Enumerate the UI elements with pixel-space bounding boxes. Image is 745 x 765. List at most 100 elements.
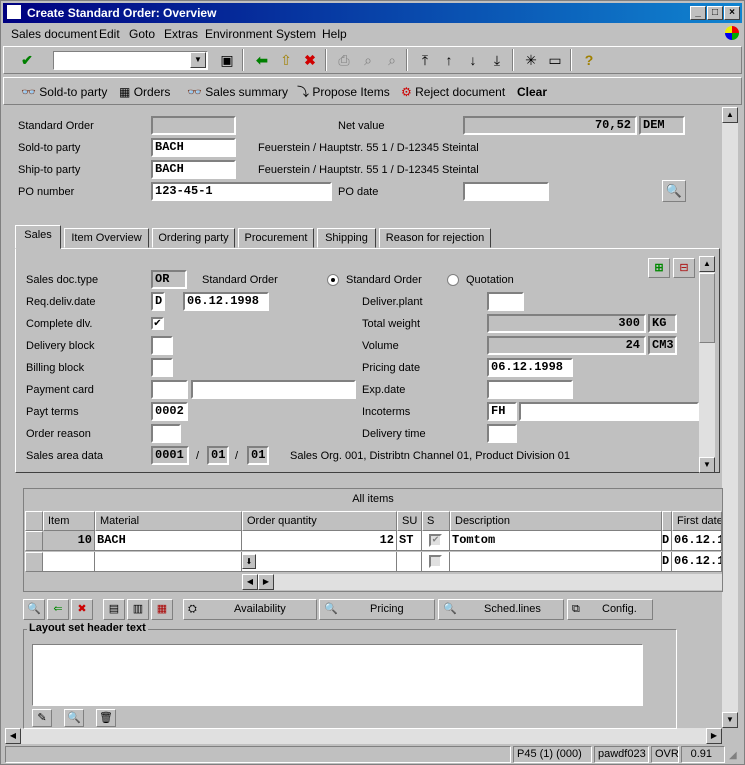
table-scroll-left-icon[interactable]: ◀ (242, 574, 258, 590)
table-row-description[interactable] (450, 552, 662, 572)
collapse-icon[interactable]: ⊟ (673, 258, 695, 278)
menu-system[interactable]: System (276, 27, 316, 41)
exp-date-field[interactable] (487, 380, 573, 399)
sched-lines-button[interactable]: 🔍 Sched.lines (438, 599, 564, 620)
insert-row-icon[interactable]: ⇐ (47, 599, 69, 620)
delivery-time-field[interactable] (487, 424, 517, 443)
payment-card-number-field[interactable] (191, 380, 356, 399)
row-selector[interactable] (25, 552, 43, 572)
standard-order-radio[interactable] (327, 274, 339, 286)
clear-button[interactable]: Clear (517, 83, 547, 101)
menu-environment[interactable]: Environment (205, 27, 272, 41)
save-icon[interactable]: ▣ (216, 49, 238, 71)
menu-edit[interactable]: Edit (99, 27, 120, 41)
search-icon[interactable]: 🔍 (662, 180, 686, 202)
quotation-radio[interactable] (447, 274, 459, 286)
menu-sales-document[interactable]: Sales document (11, 27, 97, 41)
payment-card-type-field[interactable] (151, 380, 188, 399)
reject-document-button[interactable]: ⚙ Reject document (401, 83, 505, 101)
tab-procurement[interactable]: Procurement (238, 228, 314, 248)
tab-reason-for-rejection[interactable]: Reason for rejection (379, 228, 491, 248)
scroll-down-icon[interactable]: ▼ (722, 712, 738, 728)
status-checkbox[interactable] (429, 555, 442, 568)
table-row-su[interactable] (397, 552, 422, 572)
sales-summary-button[interactable]: 👓 Sales summary (187, 83, 288, 101)
po-date-field[interactable] (463, 182, 549, 201)
first-page-icon[interactable]: ⤒ (414, 49, 436, 71)
delete-row-icon[interactable]: ✖ (71, 599, 93, 620)
table-scroll-right-icon[interactable]: ▶ (258, 574, 274, 590)
col-material[interactable]: Material (95, 511, 242, 531)
table-hscrollbar[interactable] (242, 574, 722, 590)
panel-scroll-up-icon[interactable]: ▲ (699, 256, 715, 272)
table-row-date[interactable]: 06.12.1 (672, 531, 722, 551)
table-row-qty[interactable]: 12 (242, 531, 397, 551)
po-number-field[interactable]: 123-45-1 (151, 182, 332, 201)
col-item[interactable]: Item (43, 511, 95, 531)
sold-to-party-button[interactable]: 👓 Sold-to party (21, 83, 107, 101)
menu-extras[interactable]: Extras (164, 27, 198, 41)
availability-button[interactable]: ⛭ Availability (183, 599, 317, 620)
col-order-quantity[interactable]: Order quantity (242, 511, 397, 531)
incoterms-text-field[interactable] (519, 402, 699, 421)
table-row-material[interactable] (95, 552, 242, 572)
col-description[interactable]: Description (450, 511, 662, 531)
select-block-icon[interactable]: ▥ (127, 599, 149, 620)
command-field[interactable] (53, 51, 208, 70)
scroll-right-icon[interactable]: ▶ (706, 728, 722, 744)
col-s[interactable]: S (422, 511, 450, 531)
col-d[interactable] (662, 511, 672, 531)
tab-sales[interactable]: Sales (15, 225, 61, 249)
menu-help[interactable]: Help (322, 27, 347, 41)
delivery-block-field[interactable] (151, 336, 173, 355)
pricing-button[interactable]: 🔍 Pricing (319, 599, 435, 620)
command-dropdown-icon[interactable]: ▼ (190, 52, 206, 68)
select-all-icon[interactable]: ▤ (103, 599, 125, 620)
editor-icon[interactable]: ✎ (32, 709, 52, 727)
pricing-date-field[interactable]: 06.12.1998 (487, 358, 573, 377)
payt-terms-field[interactable]: 0002 (151, 402, 188, 421)
resize-grip-icon[interactable]: ◢ (729, 750, 737, 761)
enter-check-icon[interactable]: ✔ (16, 49, 38, 71)
scroll-up-icon[interactable]: ▲ (722, 107, 738, 123)
table-row-su[interactable]: ST (397, 531, 422, 551)
panel-scroll-down-icon[interactable]: ▼ (699, 457, 715, 473)
tab-shipping[interactable]: Shipping (317, 228, 376, 248)
col-su[interactable]: SU (397, 511, 422, 531)
previous-page-icon[interactable]: ↑ (438, 49, 460, 71)
minimize-icon[interactable]: _ (690, 6, 706, 20)
tab-item-overview[interactable]: Item Overview (64, 228, 149, 248)
table-row-date[interactable]: 06.12.1 (672, 552, 722, 572)
complete-dlv-checkbox[interactable]: ✔ (151, 317, 164, 330)
deselect-all-icon[interactable]: ▦ (151, 599, 173, 620)
shortcut-icon[interactable]: ▭ (544, 49, 566, 71)
next-page-icon[interactable]: ↓ (462, 49, 484, 71)
maximize-icon[interactable]: □ (707, 6, 723, 20)
status-checkbox[interactable]: ✔ (429, 534, 442, 547)
value-help-icon[interactable]: ⬇ (242, 554, 256, 569)
order-reason-field[interactable] (151, 424, 181, 443)
last-page-icon[interactable]: ⤓ (486, 49, 508, 71)
detail-text-icon[interactable]: 🔍 (64, 709, 84, 727)
table-row-material[interactable]: BACH (95, 531, 242, 551)
details-icon[interactable]: 🔍 (23, 599, 45, 620)
scroll-left-icon[interactable]: ◀ (5, 728, 21, 744)
table-row-d[interactable]: D (662, 552, 672, 572)
screen-scrollbar[interactable] (722, 107, 738, 728)
table-row-d[interactable]: D (662, 531, 672, 551)
table-row-item[interactable] (43, 552, 95, 572)
close-icon[interactable]: × (724, 6, 740, 20)
help-icon[interactable]: ? (578, 49, 600, 71)
new-session-icon[interactable]: ✳ (520, 49, 542, 71)
table-row-description[interactable]: Tomtom (450, 531, 662, 551)
orders-button[interactable]: ▦ Orders (119, 83, 170, 101)
table-row-qty[interactable] (242, 552, 397, 572)
layout-text-area[interactable] (32, 644, 643, 706)
req-deliv-type-field[interactable]: D (151, 292, 165, 311)
find-icon[interactable]: ⌕ (357, 49, 379, 71)
propose-items-button[interactable]: ⤵ Propose Items (297, 83, 390, 101)
trash-icon[interactable]: 🗑 (96, 709, 116, 727)
back-icon[interactable]: ⬅ (251, 49, 273, 71)
menu-goto[interactable]: Goto (129, 27, 155, 41)
row-selector[interactable] (25, 531, 43, 551)
